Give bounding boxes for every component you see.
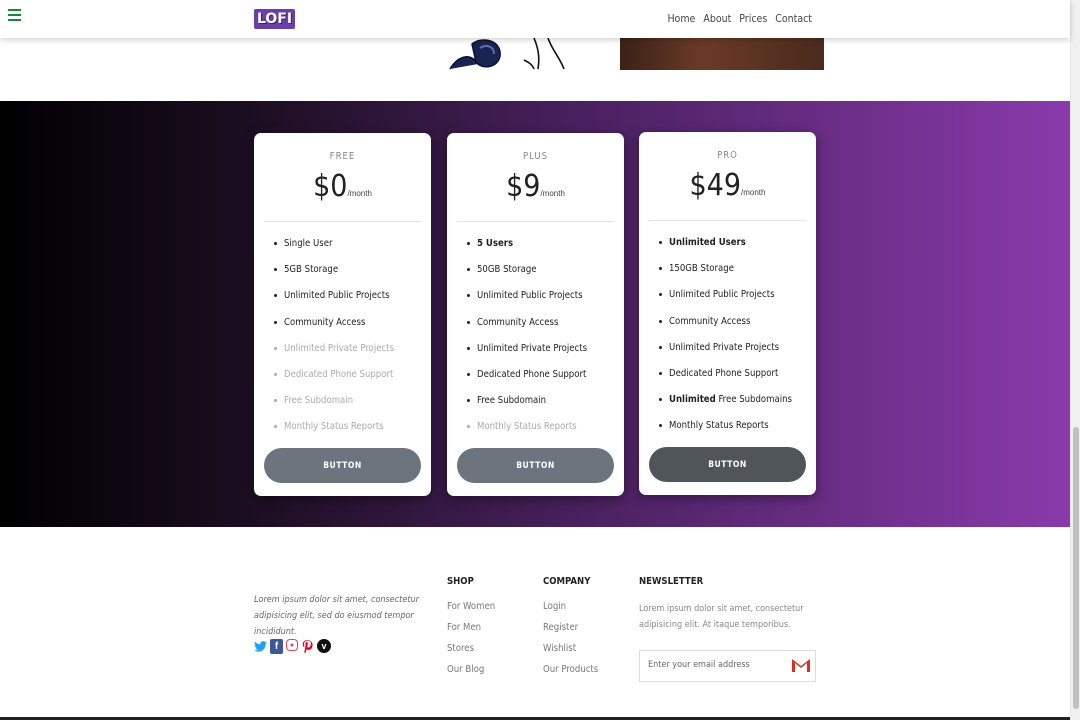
divider: [457, 221, 614, 222]
feature-item: Dedicated Phone Support: [467, 369, 587, 395]
page-scrollbar[interactable]: [1070, 0, 1080, 720]
hero-photo: [620, 38, 824, 70]
footer-link-for-men[interactable]: For Men: [447, 622, 495, 643]
footer-heading: NEWSLETTER: [639, 576, 704, 587]
feature-text: Free Subdomains: [718, 394, 792, 406]
instagram-icon[interactable]: ●: [286, 639, 298, 651]
email-input[interactable]: [648, 660, 788, 670]
footer-link-register[interactable]: Register: [543, 622, 598, 643]
nav-links: Home About Prices Contact: [667, 13, 812, 25]
feature-item: Community Access: [467, 317, 587, 343]
feature-list: Single User 5GB Storage Unlimited Public…: [274, 238, 394, 448]
navbar: LOFI Home About Prices Contact: [0, 0, 1070, 38]
logo[interactable]: LOFI: [254, 9, 295, 29]
feature-item: Community Access: [274, 317, 394, 343]
feature-item: 150GB Storage: [659, 263, 792, 289]
feature-item: Community Access: [659, 316, 792, 342]
feature-item: Unlimited Public Projects: [659, 289, 792, 315]
pricing-card-free: FREE $0/month Single User 5GB Storage Un…: [254, 133, 431, 496]
feature-item: Monthly Status Reports: [467, 421, 587, 447]
feature-item: 5GB Storage: [274, 264, 394, 290]
feature-item: 5 Users: [467, 238, 587, 264]
newsletter-form: [639, 650, 816, 682]
plan-price: $0/month: [313, 169, 372, 204]
plan-tier: PRO: [717, 150, 738, 161]
nav-link-prices[interactable]: Prices: [739, 13, 767, 25]
feature-list: 5 Users 50GB Storage Unlimited Public Pr…: [467, 238, 587, 448]
divider: [649, 220, 806, 221]
footer-company: COMPANY Login Register Wishlist Our Prod…: [543, 576, 598, 685]
footer-about-text: Lorem ipsum dolor sit amet, consectetur …: [254, 595, 419, 637]
feature-item: Monthly Status Reports: [274, 421, 394, 447]
footer-link-stores[interactable]: Stores: [447, 643, 495, 664]
footer-link-our-blog[interactable]: Our Blog: [447, 664, 495, 685]
vimeo-icon[interactable]: v: [317, 639, 331, 653]
footer-heading: COMPANY: [543, 576, 591, 587]
footer-link-wishlist[interactable]: Wishlist: [543, 643, 598, 664]
gmail-icon[interactable]: [791, 657, 811, 675]
nav-link-home[interactable]: Home: [667, 13, 695, 25]
scrollbar-thumb[interactable]: [1073, 427, 1079, 709]
footer-link-our-products[interactable]: Our Products: [543, 664, 598, 685]
nav-link-contact[interactable]: Contact: [775, 13, 812, 25]
free-plan-button[interactable]: BUTTON: [264, 448, 421, 483]
pricing-card-pro: PRO $49/month Unlimited Users 150GB Stor…: [639, 132, 816, 495]
hero-illustration: [448, 38, 570, 70]
footer-shop: SHOP For Women For Men Stores Our Blog: [447, 576, 495, 685]
footer-link-login[interactable]: Login: [543, 601, 598, 622]
feature-item: Free Subdomain: [274, 395, 394, 421]
newsletter-text: Lorem ipsum dolor sit amet, consectetur …: [639, 604, 804, 630]
feature-prefix: Unlimited: [669, 394, 716, 406]
plan-price: $49/month: [689, 168, 766, 203]
footer-newsletter: NEWSLETTER Lorem ipsum dolor sit amet, c…: [639, 576, 817, 682]
plan-tier: FREE: [329, 151, 356, 162]
facebook-icon[interactable]: f: [270, 639, 283, 654]
footer-link-for-women[interactable]: For Women: [447, 601, 495, 622]
feature-item: Unlimited Users: [659, 237, 792, 263]
pro-plan-button[interactable]: BUTTON: [649, 447, 806, 482]
nav-link-about[interactable]: About: [703, 13, 731, 25]
feature-item: Dedicated Phone Support: [274, 369, 394, 395]
feature-item: Unlimited Free Subdomains: [659, 394, 792, 420]
plan-tier: PLUS: [522, 151, 549, 162]
pricing-card-plus: PLUS $9/month 5 Users 50GB Storage Unlim…: [447, 133, 624, 496]
feature-item: Unlimited Public Projects: [274, 290, 394, 316]
pinterest-icon[interactable]: [301, 639, 314, 654]
hamburger-menu-icon[interactable]: [8, 9, 21, 21]
social-links: f ● v: [254, 639, 331, 654]
feature-item: Free Subdomain: [467, 395, 587, 421]
feature-item: Unlimited Public Projects: [467, 290, 587, 316]
feature-item: Dedicated Phone Support: [659, 368, 792, 394]
feature-item: Unlimited Private Projects: [467, 343, 587, 369]
twitter-icon[interactable]: [254, 639, 267, 654]
feature-item: 50GB Storage: [467, 264, 587, 290]
footer-heading: SHOP: [447, 576, 474, 587]
plan-price: $9/month: [506, 169, 565, 204]
plus-plan-button[interactable]: BUTTON: [457, 448, 614, 483]
feature-item: Unlimited Private Projects: [659, 342, 792, 368]
feature-item: Monthly Status Reports: [659, 420, 792, 446]
divider: [264, 221, 421, 222]
feature-item: Unlimited Private Projects: [274, 343, 394, 369]
feature-list: Unlimited Users 150GB Storage Unlimited …: [659, 237, 792, 447]
feature-item: Single User: [274, 238, 394, 264]
